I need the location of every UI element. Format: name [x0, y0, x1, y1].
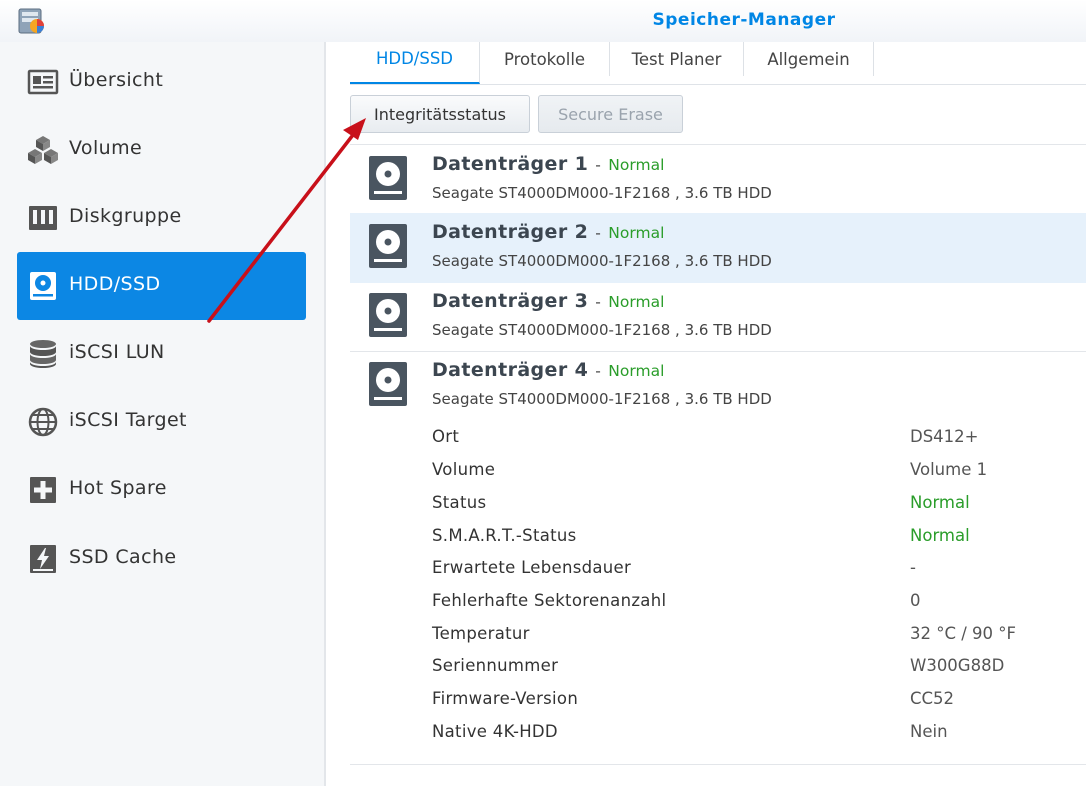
status-badge: Normal [608, 293, 665, 311]
detail-key: Fehlerhafte Sektorenanzahl [432, 591, 667, 610]
hdd-icon [369, 156, 407, 200]
sidebar-item-label: iSCSI Target [69, 409, 187, 431]
hdd-icon [369, 293, 407, 337]
disk-model: Seagate ST4000DM000-1F2168 , 3.6 TB HDD [432, 390, 772, 408]
detail-row-lebensdauer: Erwartete Lebensdauer - [432, 558, 1072, 588]
detail-value: DS412+ [910, 427, 979, 446]
sidebar-item-volume[interactable]: Volume [17, 116, 306, 184]
detail-value: CC52 [910, 689, 955, 708]
detail-row-volume: Volume Volume 1 [432, 460, 1072, 490]
disk-title: Datenträger 2 - Normal [432, 221, 664, 243]
status-badge: Normal [608, 224, 665, 242]
integrity-status-button[interactable]: Integritätsstatus [350, 95, 530, 133]
sidebar-item-hot-spare[interactable]: Hot Spare [17, 456, 306, 524]
sidebar-item-iscsi-lun[interactable]: iSCSI LUN [17, 320, 306, 388]
detail-value: 32 °C / 90 °F [910, 624, 1017, 643]
disk-row[interactable]: Datenträger 1 - Normal Seagate ST4000DM0… [350, 145, 1086, 213]
status-badge: Normal [608, 156, 665, 174]
detail-row-sektoren: Fehlerhafte Sektorenanzahl 0 [432, 591, 1072, 621]
detail-key: Temperatur [432, 624, 530, 643]
disk-model: Seagate ST4000DM000-1F2168 , 3.6 TB HDD [432, 252, 772, 270]
disk-model: Seagate ST4000DM000-1F2168 , 3.6 TB HDD [432, 321, 772, 339]
detail-key: Status [432, 493, 487, 512]
tab-label: Protokolle [503, 49, 586, 69]
disk-title: Datenträger 4 - Normal [432, 359, 664, 381]
detail-value: Normal [910, 526, 970, 545]
disk-name: Datenträger 1 [432, 153, 589, 175]
sidebar-item-uebersicht[interactable]: Übersicht [17, 48, 306, 116]
synology-storage-icon[interactable] [18, 5, 48, 35]
status-separator: - [595, 362, 602, 380]
detail-key: Erwartete Lebensdauer [432, 558, 632, 577]
sidebar-item-label: Übersicht [69, 69, 164, 91]
tab-protokolle[interactable]: Protokolle [480, 42, 610, 76]
disk-title: Datenträger 3 - Normal [432, 290, 664, 312]
sidebar-item-diskgruppe[interactable]: Diskgruppe [17, 184, 306, 252]
tab-label: Test Planer [631, 49, 722, 69]
tab-allgemein[interactable]: Allgemein [744, 42, 874, 76]
hdd-icon [30, 272, 56, 300]
divider [350, 764, 1086, 765]
status-separator: - [595, 156, 602, 174]
tab-bar: HDD/SSD Protokolle Test Planer Allgemein [350, 42, 1086, 85]
tab-label: Allgemein [767, 49, 850, 69]
sidebar-item-label: HDD/SSD [69, 273, 161, 295]
sidebar-item-hdd-ssd[interactable]: HDD/SSD [17, 252, 306, 320]
title-bar: Speicher-Manager [0, 0, 1086, 42]
diskgroup-icon [29, 206, 57, 230]
disk-name: Datenträger 4 [432, 359, 589, 381]
secure-erase-button[interactable]: Secure Erase [538, 95, 683, 133]
tab-test-planer[interactable]: Test Planer [610, 42, 744, 76]
status-badge: Normal [608, 362, 665, 380]
sidebar-item-iscsi-target[interactable]: iSCSI Target [17, 388, 306, 456]
detail-value: Nein [910, 722, 948, 741]
sidebar-item-label: Volume [69, 137, 143, 159]
status-separator: - [595, 293, 602, 311]
detail-key: Seriennummer [432, 656, 559, 675]
sidebar-item-label: Diskgruppe [69, 205, 182, 227]
sidebar-item-label: Hot Spare [69, 477, 167, 499]
sidebar-item-label: iSCSI LUN [69, 341, 165, 363]
volume-cubes-icon [28, 136, 58, 164]
detail-row-smart-status: S.M.A.R.T.-Status Normal [432, 526, 1072, 556]
globe-icon [28, 407, 58, 437]
detail-row-status: Status Normal [432, 493, 1072, 523]
detail-value: 0 [910, 591, 921, 610]
disk-row[interactable]: Datenträger 4 - Normal Seagate ST4000DM0… [350, 351, 1086, 419]
disk-row[interactable]: Datenträger 2 - Normal Seagate ST4000DM0… [350, 213, 1086, 283]
disk-name: Datenträger 2 [432, 221, 589, 243]
disk-row[interactable]: Datenträger 3 - Normal Seagate ST4000DM0… [350, 282, 1086, 350]
detail-value: Volume 1 [910, 460, 988, 479]
detail-row-ort: Ort DS412+ [432, 427, 1072, 457]
ssd-cache-icon [30, 545, 56, 573]
hdd-icon [369, 224, 407, 268]
sidebar-item-label: SSD Cache [69, 546, 177, 568]
hot-spare-icon [30, 477, 56, 503]
detail-value: W300G88D [910, 656, 1005, 675]
app-title: Speicher-Manager [652, 10, 836, 30]
detail-key: Firmware-Version [432, 689, 579, 708]
detail-key: Ort [432, 427, 460, 446]
disk-title: Datenträger 1 - Normal [432, 153, 664, 175]
detail-key: Native 4K-HDD [432, 722, 558, 741]
detail-key: Volume [432, 460, 496, 479]
detail-row-firmware: Firmware-Version CC52 [432, 689, 1072, 719]
tab-hdd-ssd[interactable]: HDD/SSD [350, 42, 480, 84]
hdd-icon [369, 362, 407, 406]
disk-model: Seagate ST4000DM000-1F2168 , 3.6 TB HDD [432, 184, 772, 202]
sidebar-item-ssd-cache[interactable]: SSD Cache [17, 525, 306, 593]
detail-row-native-4k: Native 4K-HDD Nein [432, 722, 1072, 752]
detail-row-temperatur: Temperatur 32 °C / 90 °F [432, 624, 1072, 654]
status-separator: - [595, 224, 602, 242]
database-icon [30, 340, 56, 368]
detail-row-seriennummer: Seriennummer W300G88D [432, 656, 1072, 686]
detail-value: Normal [910, 493, 970, 512]
disk-name: Datenträger 3 [432, 290, 589, 312]
tab-label: HDD/SSD [375, 48, 454, 68]
detail-key: S.M.A.R.T.-Status [432, 526, 577, 545]
overview-icon [27, 69, 59, 95]
detail-value: - [910, 558, 916, 577]
